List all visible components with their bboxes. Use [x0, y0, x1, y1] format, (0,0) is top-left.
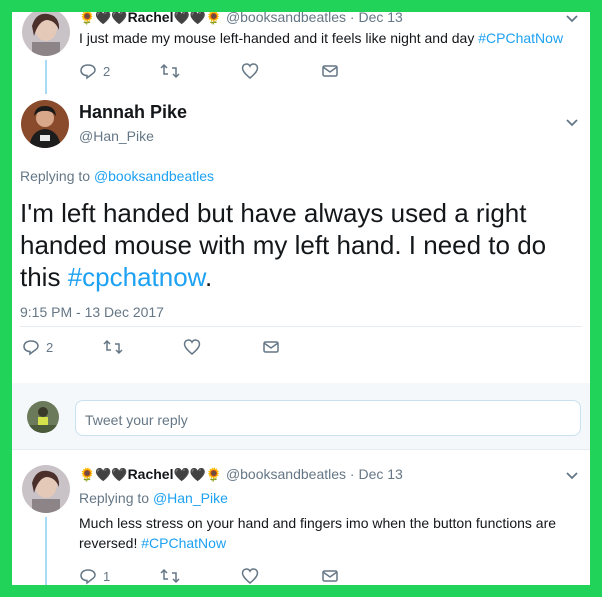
name-emoji-prefix: 🌻🖤🖤 — [79, 467, 128, 482]
envelope-icon — [263, 341, 279, 353]
tweet-text-end: . — [205, 262, 213, 292]
reply-tweet-text: Much less stress on your hand and finger… — [79, 513, 574, 553]
like-action[interactable] — [241, 61, 259, 81]
envelope-icon — [322, 570, 338, 582]
message-action[interactable] — [321, 566, 339, 585]
user-handle[interactable]: @booksandbeatles — [226, 9, 346, 25]
reply-count: 1 — [103, 568, 111, 584]
heart-icon — [183, 339, 201, 355]
hashtag-link[interactable]: #cpchatnow — [68, 262, 205, 292]
chevron-down-icon[interactable] — [563, 10, 581, 28]
main-tweet-text: I'm left handed but have always used a r… — [20, 197, 575, 293]
reply-action[interactable]: 2 — [22, 337, 53, 357]
replying-to-handle[interactable]: @Han_Pike — [153, 490, 228, 506]
retweet-icon — [160, 63, 180, 79]
tweet-reply-input[interactable]: Tweet your reply — [75, 400, 581, 436]
reply-action[interactable]: 1 — [79, 566, 110, 585]
name-emoji-suffix: 🖤🖤🌻 — [173, 467, 223, 482]
replying-to-line: Replying to @Han_Pike — [79, 490, 228, 506]
reply-tweet-header: 🌻🖤🖤Rachel🖤🖤🌻 @booksandbeatles · Dec 13 — [79, 465, 403, 484]
envelope-icon — [322, 65, 338, 77]
name-emoji-prefix: 🌻🖤🖤 — [79, 10, 128, 25]
reply-icon — [23, 340, 39, 356]
replying-to-line: Replying to @booksandbeatles — [20, 168, 214, 184]
name-emoji-suffix: 🖤🖤🌻 — [173, 10, 223, 25]
parent-tweet-text: I just made my mouse left-handed and it … — [79, 28, 563, 48]
user-handle[interactable]: @booksandbeatles — [226, 466, 346, 482]
retweet-action[interactable] — [160, 566, 180, 585]
reply-action[interactable]: 2 — [79, 61, 110, 81]
reply-count: 2 — [103, 63, 111, 79]
message-action[interactable] — [262, 337, 280, 357]
like-action[interactable] — [183, 337, 201, 357]
main-tweet: Hannah Pike @Han_Pike Replying to @books… — [12, 88, 590, 370]
divider — [20, 326, 582, 327]
reply-icon — [80, 569, 96, 585]
rachel-avatar[interactable] — [22, 8, 70, 56]
hannah-avatar[interactable] — [21, 100, 69, 148]
tweet-timestamp[interactable]: 9:15 PM - 13 Dec 2017 — [20, 304, 164, 320]
tweet-date[interactable]: · Dec 13 — [350, 9, 403, 25]
retweet-icon — [160, 568, 180, 584]
chevron-down-icon[interactable] — [563, 467, 581, 485]
rachel-avatar[interactable] — [22, 465, 70, 513]
parent-tweet-header: 🌻🖤🖤Rachel🖤🖤🌻 @booksandbeatles · Dec 13 — [79, 8, 403, 27]
chevron-down-icon[interactable] — [563, 114, 581, 132]
display-name[interactable]: Rachel — [128, 466, 174, 482]
tweet-text: I just made my mouse left-handed and it … — [79, 30, 479, 46]
retweet-action[interactable] — [160, 61, 180, 81]
current-user-avatar — [27, 401, 59, 433]
main-display-name[interactable]: Hannah Pike — [79, 102, 187, 123]
hashtag-link[interactable]: #CPChatNow — [478, 30, 563, 46]
like-action[interactable] — [241, 566, 259, 585]
reply-tweet-actions: 1 — [79, 566, 379, 585]
heart-icon — [241, 568, 259, 584]
tweet-date[interactable]: · Dec 13 — [350, 466, 403, 482]
reply-tweet[interactable]: 🌻🖤🖤Rachel🖤🖤🌻 @booksandbeatles · Dec 13 R… — [12, 450, 590, 585]
parent-tweet-actions: 2 — [79, 61, 379, 81]
reply-icon — [80, 64, 96, 80]
replying-to-label: Replying to — [79, 490, 153, 506]
reply-count: 2 — [46, 339, 54, 355]
retweet-action[interactable] — [103, 337, 123, 357]
main-user-handle[interactable]: @Han_Pike — [79, 128, 154, 144]
display-name[interactable]: Rachel — [128, 9, 174, 25]
replying-to-label: Replying to — [20, 168, 94, 184]
hashtag-link[interactable]: #CPChatNow — [141, 535, 226, 551]
main-tweet-actions: 2 — [22, 337, 322, 357]
heart-icon — [241, 63, 259, 79]
replying-to-handle[interactable]: @booksandbeatles — [94, 168, 214, 184]
reply-composer: Tweet your reply — [12, 383, 590, 449]
tweet-thread: 🌻🖤🖤Rachel🖤🖤🌻 @booksandbeatles · Dec 13 I… — [12, 0, 590, 585]
retweet-icon — [103, 339, 123, 355]
parent-tweet[interactable]: 🌻🖤🖤Rachel🖤🖤🌻 @booksandbeatles · Dec 13 I… — [12, 0, 590, 94]
thread-connector — [45, 517, 47, 585]
message-action[interactable] — [321, 61, 339, 81]
